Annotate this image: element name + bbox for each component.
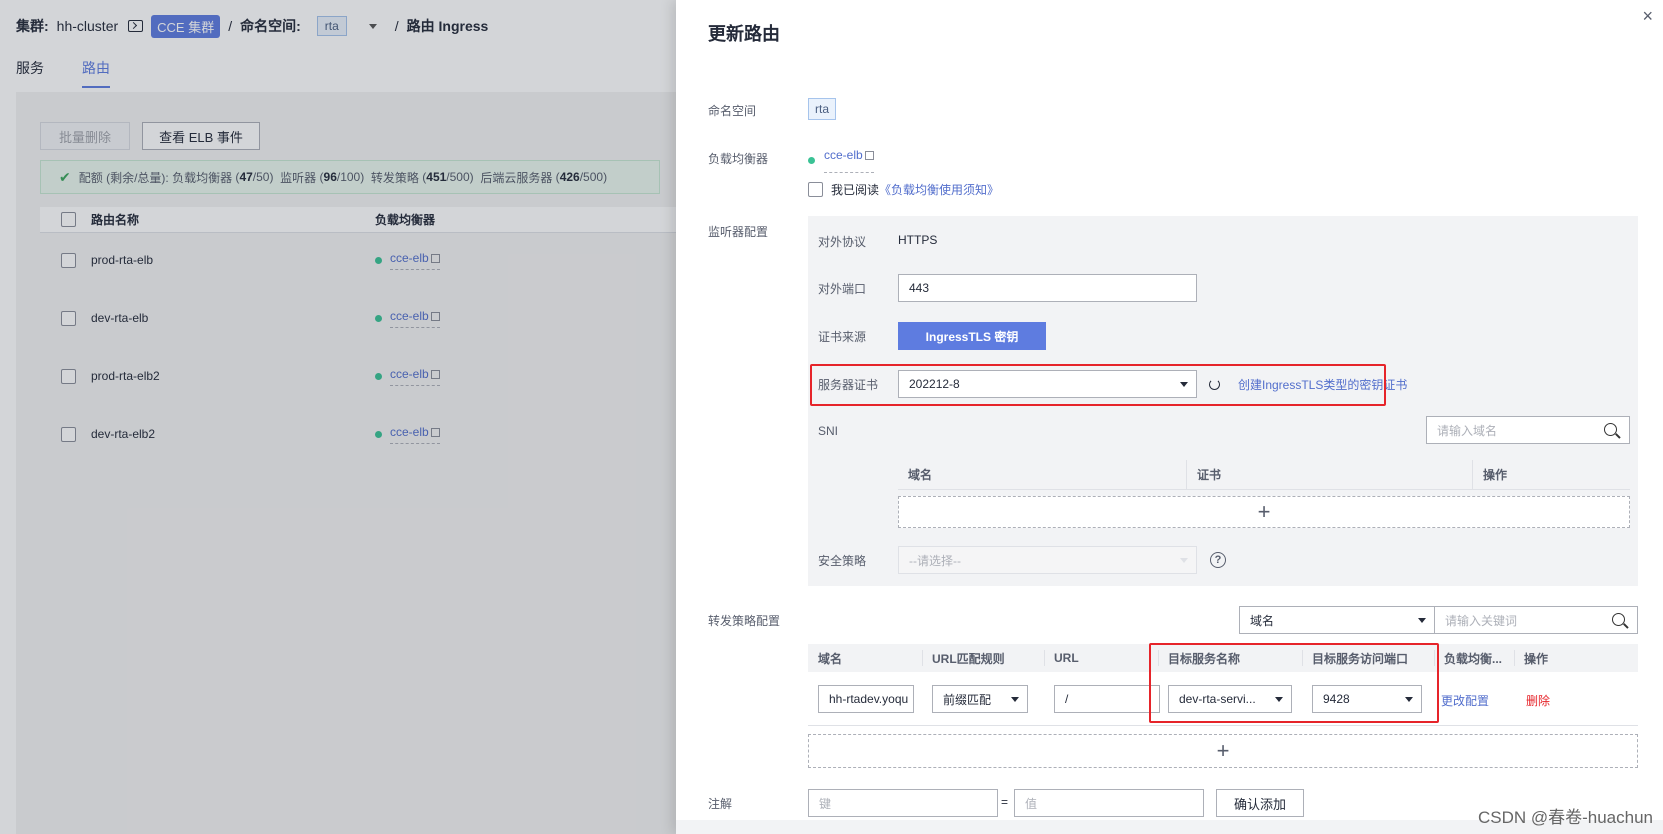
rule-match-select[interactable]: 前缀匹配 bbox=[932, 685, 1028, 713]
agreement-row: 我已阅读 《负载均衡使用须知》 bbox=[808, 181, 999, 198]
namespace-label: 命名空间 bbox=[708, 104, 757, 118]
elb-link[interactable]: cce-elb bbox=[824, 148, 874, 173]
sni-column-cert: 证书 bbox=[1186, 460, 1472, 489]
filter-field-value: 域名 bbox=[1250, 613, 1275, 628]
watermark: CSDN @春卷-huachun bbox=[1477, 808, 1653, 827]
keyword-search-input[interactable]: 请输入关键词 bbox=[1434, 606, 1638, 634]
sni-column-action: 操作 bbox=[1472, 460, 1507, 489]
sni-table-header: 域名 证书 操作 bbox=[898, 460, 1630, 490]
forwarding-add-button[interactable]: + bbox=[808, 734, 1638, 768]
drawer-title: 更新路由 bbox=[708, 24, 780, 44]
ingresstls-secret-option[interactable]: IngressTLS 密钥 bbox=[898, 322, 1046, 350]
security-policy-label: 安全策略 bbox=[818, 554, 867, 568]
listener-section-label: 监听器配置 bbox=[708, 225, 769, 239]
security-policy-select[interactable]: --请选择-- bbox=[898, 546, 1197, 574]
highlight-server-cert bbox=[810, 364, 1386, 406]
confirm-add-button[interactable]: 确认添加 bbox=[1216, 789, 1304, 817]
external-link-icon bbox=[864, 151, 874, 160]
highlight-target-service bbox=[1149, 643, 1439, 723]
search-icon[interactable] bbox=[1612, 613, 1625, 626]
close-icon[interactable]: × bbox=[1642, 6, 1653, 27]
annotation-value-input[interactable]: 值 bbox=[1014, 789, 1204, 817]
namespace-tag: rta bbox=[808, 98, 836, 120]
modal-overlay[interactable] bbox=[0, 0, 676, 834]
agreement-text: 我已阅读 bbox=[831, 183, 880, 197]
protocol-label: 对外协议 bbox=[818, 235, 867, 249]
agreement-link[interactable]: 《负载均衡使用须知》 bbox=[879, 181, 999, 198]
chevron-down-icon bbox=[1180, 558, 1188, 563]
column-domain: 域名 bbox=[818, 651, 843, 666]
chevron-down-icon bbox=[1418, 618, 1426, 623]
port-input[interactable]: 443 bbox=[898, 274, 1197, 302]
rule-match-value: 前缀匹配 bbox=[943, 692, 992, 707]
annotation-key-input[interactable]: 键 bbox=[808, 789, 998, 817]
status-dot bbox=[808, 157, 815, 164]
protocol-value: HTTPS bbox=[898, 233, 938, 247]
agreement-checkbox[interactable] bbox=[808, 182, 823, 197]
annotation-label: 注解 bbox=[708, 797, 733, 811]
load-balancer-value: cce-elb bbox=[808, 148, 874, 173]
chevron-down-icon bbox=[1011, 697, 1019, 702]
annotation-eq: = bbox=[1001, 795, 1009, 809]
column-url-match: URL匹配规则 bbox=[932, 651, 1005, 666]
sni-column-domain: 域名 bbox=[908, 468, 933, 482]
search-icon[interactable] bbox=[1604, 423, 1617, 436]
security-policy-placeholder: --请选择-- bbox=[909, 553, 961, 568]
column-action: 操作 bbox=[1524, 651, 1549, 666]
forwarding-section-label: 转发策略配置 bbox=[708, 614, 781, 628]
cert-source-label: 证书来源 bbox=[818, 330, 867, 344]
load-balancer-label: 负载均衡器 bbox=[708, 152, 769, 166]
sni-search-input[interactable]: 请输入域名 bbox=[1426, 416, 1630, 444]
rule-url-input[interactable]: / bbox=[1054, 685, 1160, 713]
rule-domain-input[interactable]: hh-rtadev.yoqu bbox=[818, 685, 914, 713]
update-ingress-drawer: 更新路由 × 命名空间 rta 负载均衡器 cce-elb 我已阅读 《负载均衡… bbox=[676, 0, 1663, 834]
column-url: URL bbox=[1054, 651, 1079, 665]
help-icon[interactable]: ? bbox=[1210, 552, 1226, 568]
sni-add-button[interactable]: + bbox=[898, 496, 1630, 528]
column-load-balance: 负载均衡... bbox=[1444, 651, 1503, 666]
filter-field-select[interactable]: 域名 bbox=[1239, 606, 1435, 634]
edit-config-link[interactable]: 更改配置 bbox=[1441, 692, 1489, 709]
port-label: 对外端口 bbox=[818, 282, 867, 296]
delete-rule-link[interactable]: 删除 bbox=[1526, 692, 1550, 709]
sni-label: SNI bbox=[818, 424, 839, 438]
